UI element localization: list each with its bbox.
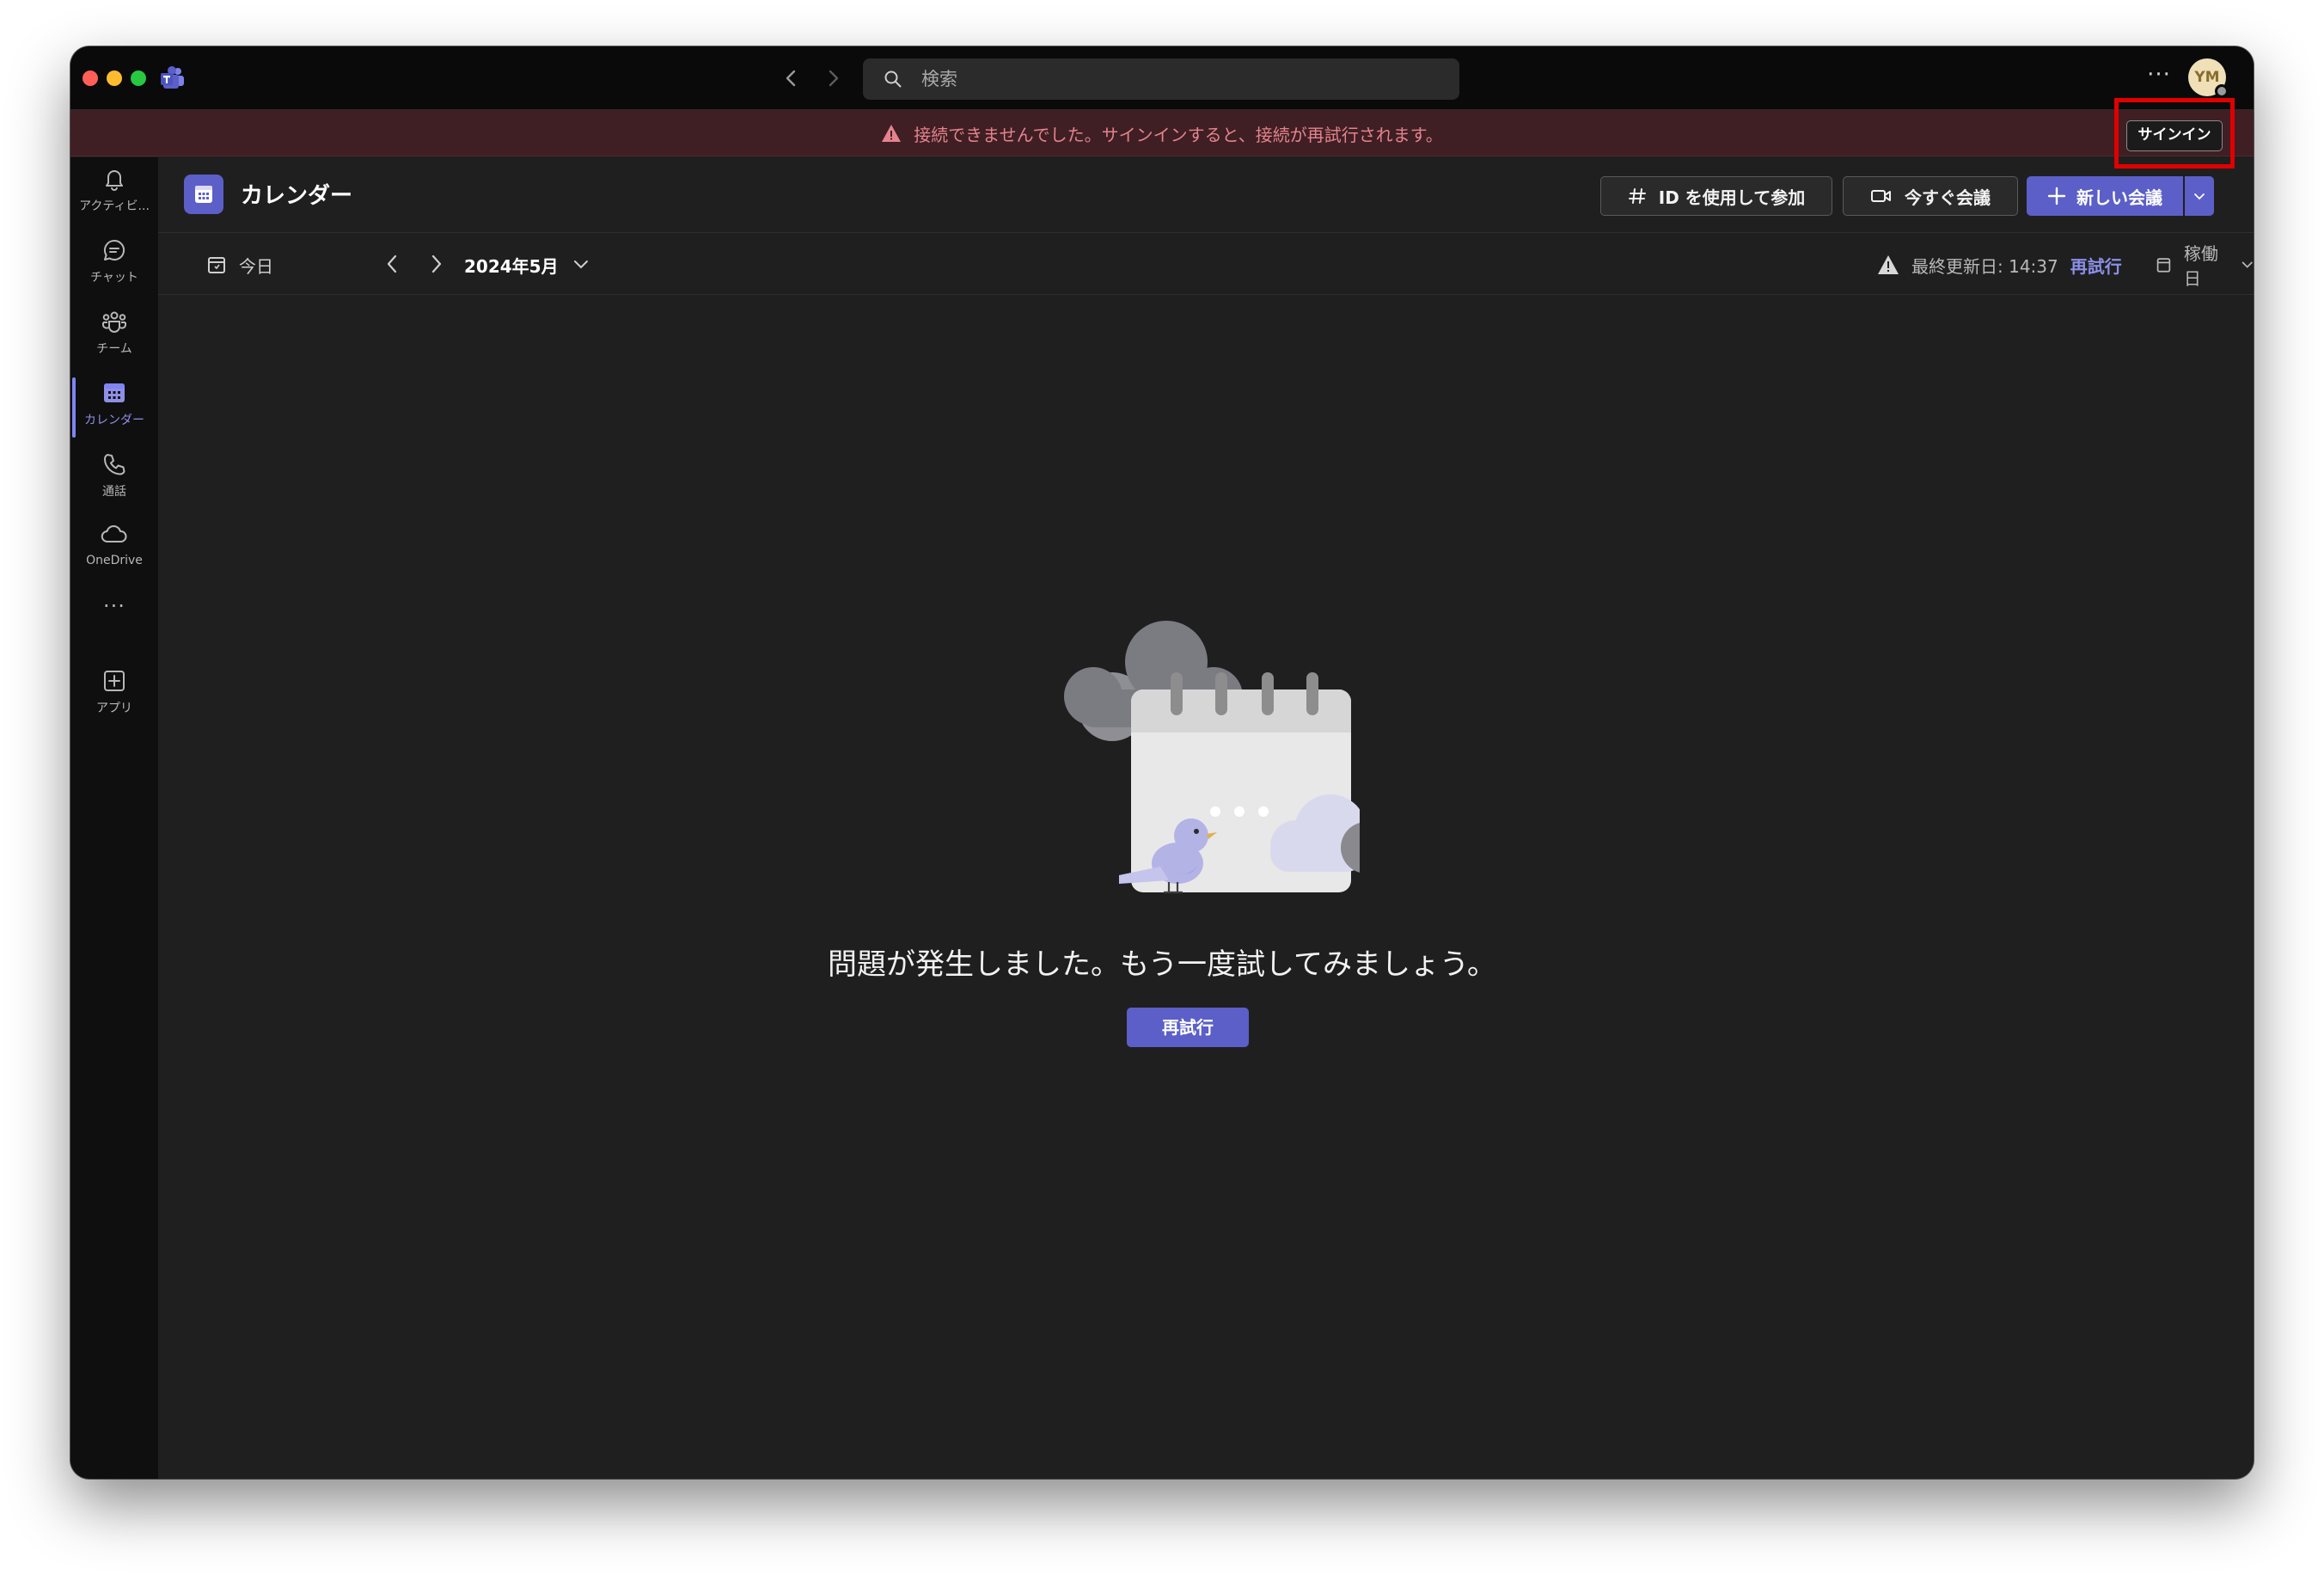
new-meeting-dropdown-button[interactable] [2185, 176, 2214, 216]
banner-message: 接続できませんでした。サインインすると、接続が再試行されます。 [70, 110, 2254, 156]
rail-more-button[interactable]: ··· [70, 594, 158, 628]
new-meeting-label: 新しい会議 [2076, 187, 2162, 208]
search-box[interactable] [863, 58, 1459, 100]
bell-icon [106, 170, 123, 191]
rail-label-calls: 通話 [102, 485, 126, 499]
banner-text: 接続できませんでした。サインインすると、接続が再試行されます。 [914, 124, 1443, 145]
cloud-icon [101, 525, 127, 542]
chevron-down-icon [2194, 193, 2205, 200]
chevron-right-icon [431, 254, 442, 273]
rail-item-chat[interactable]: チャット [70, 237, 158, 306]
rail-label-activity: アクティビ... [79, 199, 150, 213]
previous-month-button[interactable] [378, 248, 406, 279]
rail-label-chat: チャット [90, 271, 138, 285]
calendar-today-icon [208, 257, 225, 273]
chevron-down-icon [573, 260, 588, 269]
retry-link[interactable]: 再試行 [2070, 253, 2122, 278]
view-label: 稼働日 [2183, 243, 2218, 289]
search-icon [884, 70, 902, 88]
rail-item-onedrive[interactable]: OneDrive [70, 523, 158, 591]
join-with-id-label: ID を使用して参加 [1658, 187, 1806, 208]
close-window-button[interactable] [83, 70, 98, 86]
rail-item-calendar[interactable]: カレンダー [70, 380, 158, 449]
chevron-left-icon [387, 254, 397, 273]
hashtag-icon [1628, 188, 1646, 204]
next-month-button[interactable] [423, 248, 450, 279]
meet-now-button[interactable]: 今すぐ会議 [1843, 176, 2018, 216]
today-button[interactable]: 今日 [206, 250, 273, 279]
video-camera-icon [1871, 190, 1891, 202]
month-label: 2024年5月 [464, 255, 559, 277]
search-input[interactable] [920, 68, 1435, 90]
error-message: 問題が発生しました。もう一度試してみましょう。 [828, 947, 1496, 982]
presence-status-icon [2215, 84, 2229, 98]
page-title: カレンダー [241, 183, 353, 209]
more-icon: ··· [103, 594, 125, 618]
month-selector[interactable]: 2024年5月 [464, 250, 590, 279]
rail-label-apps: アプリ [96, 702, 132, 715]
avatar-initials: YM [2194, 69, 2220, 86]
calendar-toolbar: 今日 2024年5月 最終更新日: 14:37 再試行 稼働日 [158, 233, 2254, 295]
rail-item-apps[interactable]: アプリ [70, 668, 158, 737]
view-selector[interactable]: 稼働日 [2156, 243, 2254, 289]
teams-logo-icon [161, 66, 184, 89]
rail-item-teams[interactable]: チーム [70, 309, 158, 377]
meet-now-label: 今すぐ会議 [1905, 187, 1991, 208]
join-with-id-button[interactable]: ID を使用して参加 [1600, 176, 1832, 216]
teams-window: ··· YM 接続できませんでした。サインインすると、接続が再試行されます。 サ… [70, 46, 2254, 1479]
retry-button[interactable]: 再試行 [1127, 1008, 1249, 1047]
calendar-app-icon [184, 175, 223, 214]
rail-item-calls[interactable]: 通話 [70, 451, 158, 520]
maximize-window-button[interactable] [131, 70, 146, 86]
new-meeting-button[interactable]: 新しい会議 [2027, 176, 2183, 216]
teams-icon [102, 311, 126, 333]
calendar-icon [104, 383, 125, 402]
connection-error-banner: 接続できませんでした。サインインすると、接続が再試行されます。 サインイン [70, 110, 2254, 156]
rail-label-teams: チーム [96, 342, 132, 356]
app-rail: アクティビ... チャット チーム カレンダー 通話 OneDrive ··· … [70, 157, 158, 1479]
error-illustration [1064, 621, 1360, 894]
back-arrow-icon[interactable] [777, 64, 806, 93]
forward-arrow-icon[interactable] [818, 64, 847, 93]
more-options-button[interactable]: ··· [2142, 62, 2176, 93]
warning-icon [882, 125, 902, 142]
signin-highlight [2114, 98, 2235, 169]
chevron-down-icon [2241, 261, 2253, 268]
sync-status: 最終更新日: 14:37 再試行 [1877, 250, 2122, 279]
last-updated-text: 最終更新日: 14:37 [1911, 255, 2058, 277]
avatar[interactable]: YM [2188, 58, 2229, 98]
minimize-window-button[interactable] [107, 70, 122, 86]
chat-icon [103, 239, 125, 260]
rail-label-calendar: カレンダー [84, 414, 144, 427]
warning-icon [1878, 255, 1899, 274]
title-bar: ··· YM [70, 46, 2254, 110]
plus-icon [2047, 187, 2066, 205]
rail-item-activity[interactable]: アクティビ... [70, 166, 158, 235]
calendar-header: カレンダー ID を使用して参加 今すぐ会議 新しい会議 [158, 157, 2254, 233]
phone-icon [104, 454, 125, 475]
add-app-icon [104, 671, 125, 691]
today-label: 今日 [239, 255, 273, 277]
rail-label-onedrive: OneDrive [86, 554, 143, 567]
calendar-view-icon [2156, 258, 2171, 273]
